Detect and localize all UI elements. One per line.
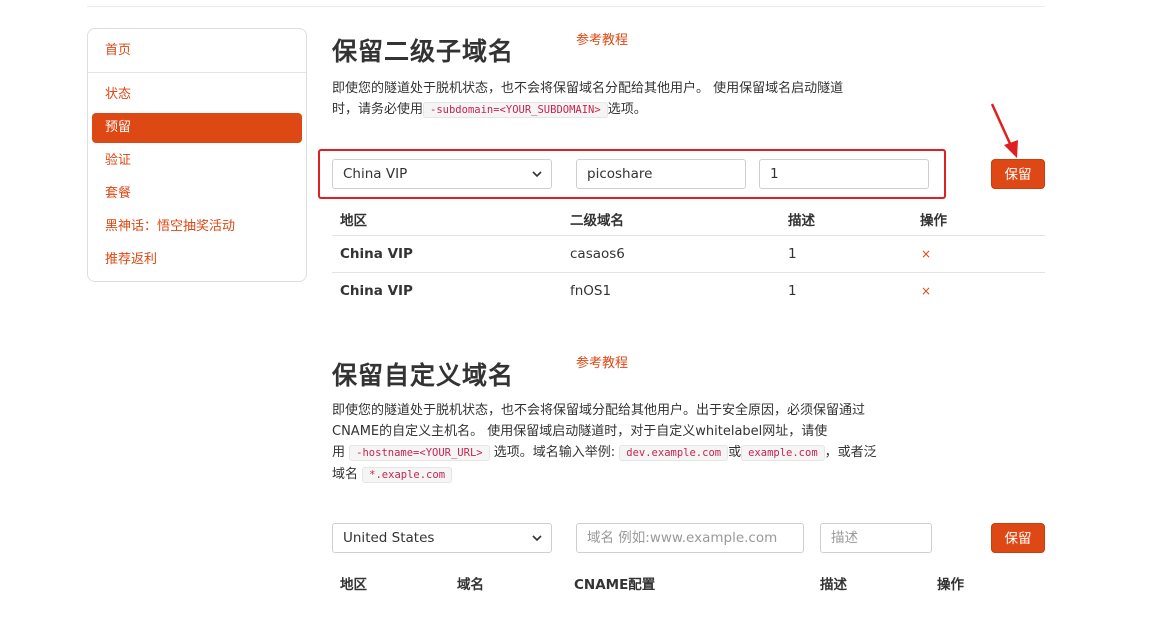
subdomain-flag-code: -subdomain=<YOUR_SUBDOMAIN>	[423, 102, 608, 118]
row2-subdomain: fnOS1	[570, 283, 612, 299]
custom-desc-line4: 域名 *.exaple.com	[332, 464, 952, 486]
table-header-action: 操作	[937, 577, 964, 593]
table-header-cname: CNAME配置	[574, 577, 656, 593]
region-select-value: United States	[343, 530, 435, 546]
subdomain-description: 即使您的隧道处于脱机状态，也不会将保留域名分配给其他用户。 使用保留域名启动隧道…	[332, 78, 932, 121]
sidebar-item-plan[interactable]: 套餐	[92, 179, 302, 209]
sidebar-item-status[interactable]: 状态	[92, 80, 302, 110]
row1-delete-icon[interactable]: ×	[921, 247, 931, 261]
row2-region: China VIP	[340, 283, 413, 299]
row2-desc: 1	[788, 283, 797, 299]
table-header-desc: 描述	[820, 577, 847, 593]
example-domain-code: dev.example.com	[619, 445, 729, 461]
subdomain-desc-line1: 即使您的隧道处于脱机状态，也不会将保留域名分配给其他用户。 使用保留域名启动隧道	[332, 81, 844, 96]
sidebar-item-verify[interactable]: 验证	[92, 146, 302, 176]
subdomain-input[interactable]: picoshare	[576, 159, 746, 189]
sidebar-divider	[88, 72, 306, 73]
desc-text: 域名	[332, 467, 359, 482]
top-divider	[87, 6, 1045, 7]
wildcard-domain-code: *.exaple.com	[362, 467, 453, 483]
table-divider	[332, 272, 1045, 273]
desc-text: 时，请务必使用	[332, 102, 424, 117]
table-header-domain: 域名	[457, 577, 484, 593]
custom-domain-description: 即使您的隧道处于脱机状态，也不会将保留域分配给其他用户。出于安全原因，必须保留通…	[332, 400, 952, 486]
table-header-desc: 描述	[788, 213, 815, 229]
row1-subdomain: casaos6	[570, 246, 625, 262]
region-select-value: China VIP	[343, 166, 408, 182]
sidebar-item-referral[interactable]: 推荐返利	[92, 245, 302, 275]
custom-domain-section-title: 保留自定义域名	[332, 361, 515, 390]
reserve-custom-domain-button[interactable]: 保留	[991, 523, 1045, 553]
sidebar-item-reserve[interactable]: 预留	[92, 113, 302, 143]
subdomain-desc-input[interactable]: 1	[759, 159, 929, 189]
chevron-down-icon	[532, 171, 542, 178]
row1-desc: 1	[788, 246, 797, 262]
example-domain-code: example.com	[741, 445, 825, 461]
custom-domain-desc-input[interactable]: 描述	[820, 523, 932, 553]
table-divider	[332, 235, 1045, 236]
subdomain-desc-line2: 时，请务必使用 -subdomain=<YOUR_SUBDOMAIN> 选项。	[332, 99, 932, 121]
row2-delete-icon[interactable]: ×	[921, 284, 931, 298]
hostname-flag-code: -hostname=<YOUR_URL>	[349, 445, 490, 461]
table-header-region: 地区	[340, 577, 367, 593]
subdomain-section-title: 保留二级子域名	[332, 37, 515, 66]
subdomain-tutorial-link[interactable]: 参考教程	[576, 29, 628, 48]
sidebar-item-home[interactable]: 首页	[92, 36, 302, 66]
custom-desc-line3: 用 -hostname=<YOUR_URL> 选项。域名输入举例: dev.ex…	[332, 442, 952, 464]
row1-region: China VIP	[340, 246, 413, 262]
reserve-subdomain-button[interactable]: 保留	[991, 159, 1045, 189]
desc-text: 或	[728, 445, 742, 460]
sidebar-nav: 首页 状态 预留 验证 套餐 黑神话：悟空抽奖活动 推荐返利	[87, 28, 307, 282]
subdomain-region-select[interactable]: China VIP	[332, 159, 552, 189]
desc-text: 用	[332, 445, 346, 460]
desc-text: ，或者泛	[824, 445, 877, 460]
sidebar-item-wukong-lottery[interactable]: 黑神话：悟空抽奖活动	[92, 212, 302, 242]
desc-text: 选项。	[607, 102, 647, 117]
desc-text: 选项。域名输入举例:	[493, 445, 616, 460]
arrow-annotation-icon	[990, 103, 1018, 158]
custom-domain-input[interactable]: 域名 例如:www.example.com	[576, 523, 804, 553]
table-header-region: 地区	[340, 213, 367, 229]
custom-domain-tutorial-link[interactable]: 参考教程	[576, 352, 628, 371]
custom-desc-line2: CNAME的自定义主机名。 使用保留域启动隧道时，对于自定义whitelabel…	[332, 424, 828, 439]
table-header-action: 操作	[920, 213, 947, 229]
chevron-down-icon	[532, 535, 542, 542]
custom-desc-line1: 即使您的隧道处于脱机状态，也不会将保留域分配给其他用户。出于安全原因，必须保留通…	[332, 403, 866, 418]
table-header-subdomain: 二级域名	[570, 213, 624, 229]
custom-domain-region-select[interactable]: United States	[332, 523, 552, 553]
